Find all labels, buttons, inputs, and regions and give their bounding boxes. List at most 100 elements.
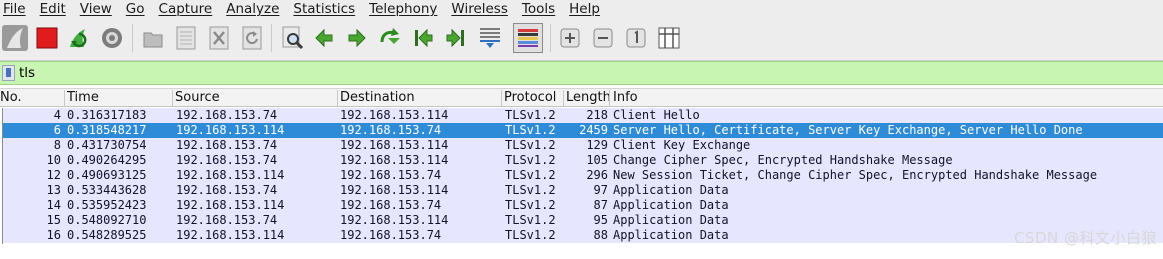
column-header-length[interactable]: Length bbox=[566, 90, 611, 106]
save-file-icon[interactable] bbox=[171, 23, 201, 53]
cell-destination: 192.168.153.74 bbox=[340, 168, 442, 182]
cell-time: 0.548289525 bbox=[67, 228, 147, 242]
shark-fin-icon[interactable] bbox=[0, 23, 30, 53]
cell-destination: 192.168.153.114 bbox=[340, 138, 449, 152]
cell-no: 13 bbox=[46, 183, 61, 197]
cell-source: 192.168.153.74 bbox=[176, 108, 278, 122]
toolbar-separator bbox=[132, 24, 133, 52]
cell-source: 192.168.153.74 bbox=[176, 153, 278, 167]
menu-analyze[interactable]: Analyze bbox=[226, 1, 279, 17]
table-row[interactable]: 4 0.316317183 192.168.153.74 192.168.153… bbox=[3, 108, 1163, 123]
cell-no: 6 bbox=[53, 123, 61, 137]
first-packet-icon[interactable] bbox=[408, 23, 438, 53]
cell-time: 0.316317183 bbox=[67, 108, 147, 122]
menu-statistics[interactable]: Statistics bbox=[293, 1, 355, 17]
menu-wireless[interactable]: Wireless bbox=[451, 1, 508, 17]
column-header-info[interactable]: Info bbox=[613, 90, 638, 106]
table-row-selected[interactable]: 6 0.318548217 192.168.153.114 192.168.15… bbox=[3, 123, 1163, 138]
capture-options-icon[interactable] bbox=[97, 23, 127, 53]
menu-edit[interactable]: Edit bbox=[40, 1, 66, 17]
cell-info: Server Hello, Certificate, Server Key Ex… bbox=[613, 123, 1083, 137]
table-row[interactable]: 14 0.535952423 192.168.153.114 192.168.1… bbox=[3, 198, 1163, 213]
menu-go[interactable]: Go bbox=[126, 1, 145, 17]
cell-info: Application Data bbox=[613, 183, 729, 197]
cell-protocol: TLSv1.2 bbox=[505, 108, 556, 122]
cell-destination: 192.168.153.114 bbox=[340, 153, 449, 167]
cell-no: 15 bbox=[46, 213, 61, 227]
go-to-packet-icon[interactable] bbox=[375, 23, 405, 53]
cell-no: 12 bbox=[46, 168, 61, 182]
cell-protocol: TLSv1.2 bbox=[505, 138, 556, 152]
colorize-icon[interactable] bbox=[513, 23, 543, 53]
cell-no: 4 bbox=[53, 108, 61, 122]
last-packet-icon[interactable] bbox=[441, 23, 471, 53]
restart-capture-icon[interactable] bbox=[64, 23, 94, 53]
cell-source: 192.168.153.114 bbox=[176, 123, 285, 137]
column-divider[interactable] bbox=[501, 90, 502, 106]
column-divider[interactable] bbox=[609, 90, 610, 106]
cell-protocol: TLSv1.2 bbox=[505, 123, 556, 137]
cell-destination: 192.168.153.74 bbox=[340, 198, 442, 212]
cell-length: 87 bbox=[593, 198, 608, 212]
cell-protocol: TLSv1.2 bbox=[505, 153, 556, 167]
cell-length: 88 bbox=[593, 228, 608, 242]
cell-no: 8 bbox=[53, 138, 61, 152]
find-packet-icon[interactable] bbox=[278, 23, 308, 53]
bookmark-icon[interactable] bbox=[2, 65, 15, 81]
cell-protocol: TLSv1.2 bbox=[505, 213, 556, 227]
menu-capture[interactable]: Capture bbox=[159, 1, 213, 17]
zoom-in-icon[interactable] bbox=[555, 23, 585, 53]
menu-tools[interactable]: Tools bbox=[522, 1, 555, 17]
cell-source: 192.168.153.114 bbox=[176, 168, 285, 182]
table-row[interactable]: 16 0.548289525 192.168.153.114 192.168.1… bbox=[3, 228, 1163, 243]
column-header-no[interactable]: No. bbox=[0, 90, 22, 106]
close-file-icon[interactable] bbox=[204, 23, 234, 53]
table-row[interactable]: 12 0.490693125 192.168.153.114 192.168.1… bbox=[3, 168, 1163, 183]
menu-telephony[interactable]: Telephony bbox=[369, 1, 437, 17]
column-header-time[interactable]: Time bbox=[67, 90, 99, 106]
go-forward-icon[interactable] bbox=[342, 23, 372, 53]
cell-protocol: TLSv1.2 bbox=[505, 198, 556, 212]
cell-no: 16 bbox=[46, 228, 61, 242]
cell-time: 0.490264295 bbox=[67, 153, 147, 167]
table-row[interactable]: 8 0.431730754 192.168.153.74 192.168.153… bbox=[3, 138, 1163, 153]
watermark-text: CSDN @科文小白狼 bbox=[1013, 229, 1157, 247]
column-divider[interactable] bbox=[172, 90, 173, 106]
table-row[interactable]: 15 0.548092710 192.168.153.74 192.168.15… bbox=[3, 213, 1163, 228]
cell-info: Application Data bbox=[613, 198, 729, 212]
menu-help[interactable]: Help bbox=[569, 1, 600, 17]
cell-source: 192.168.153.114 bbox=[176, 228, 285, 242]
column-header-destination[interactable]: Destination bbox=[340, 90, 415, 106]
cell-time: 0.490693125 bbox=[67, 168, 147, 182]
column-divider[interactable] bbox=[563, 90, 564, 106]
cell-length: 95 bbox=[593, 213, 608, 227]
toolbar-separator bbox=[550, 24, 551, 52]
cell-time: 0.533443628 bbox=[67, 183, 147, 197]
column-header-source[interactable]: Source bbox=[175, 90, 220, 106]
cell-time: 0.318548217 bbox=[67, 123, 147, 137]
toolbar-separator bbox=[271, 24, 272, 52]
open-file-icon[interactable] bbox=[138, 23, 168, 53]
display-filter-input[interactable] bbox=[19, 63, 1159, 83]
cell-protocol: TLSv1.2 bbox=[505, 183, 556, 197]
resize-columns-icon[interactable] bbox=[654, 23, 684, 53]
column-divider[interactable] bbox=[337, 90, 338, 106]
column-header-protocol[interactable]: Protocol bbox=[504, 90, 556, 106]
cell-time: 0.431730754 bbox=[67, 138, 147, 152]
cell-length: 296 bbox=[586, 168, 608, 182]
normal-size-icon[interactable] bbox=[621, 23, 651, 53]
column-divider[interactable] bbox=[64, 90, 65, 106]
autoscroll-icon[interactable] bbox=[475, 23, 505, 53]
cell-length: 97 bbox=[593, 183, 608, 197]
cell-protocol: TLSv1.2 bbox=[505, 168, 556, 182]
menu-file[interactable]: File bbox=[3, 1, 26, 17]
menu-view[interactable]: View bbox=[80, 1, 112, 17]
cell-length: 218 bbox=[586, 108, 608, 122]
table-row[interactable]: 10 0.490264295 192.168.153.74 192.168.15… bbox=[3, 153, 1163, 168]
display-filter-bar bbox=[0, 61, 1163, 85]
table-row[interactable]: 13 0.533443628 192.168.153.74 192.168.15… bbox=[3, 183, 1163, 198]
go-back-icon[interactable] bbox=[309, 23, 339, 53]
zoom-out-icon[interactable] bbox=[588, 23, 618, 53]
stop-capture-icon[interactable] bbox=[32, 23, 62, 53]
reload-file-icon[interactable] bbox=[237, 23, 267, 53]
